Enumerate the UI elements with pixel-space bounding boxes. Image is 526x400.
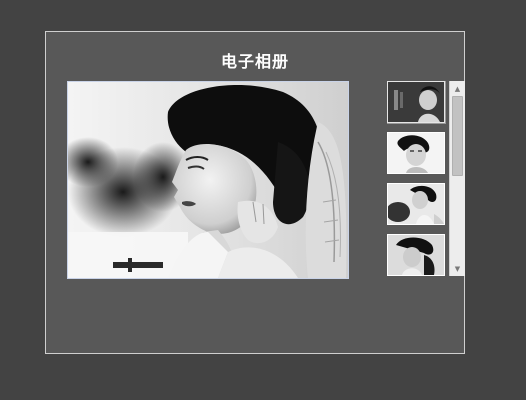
album-title: 电子相册 bbox=[220, 52, 289, 71]
scroll-up-arrow-icon[interactable]: ▲ bbox=[450, 82, 465, 95]
scrollbar-thumb[interactable] bbox=[452, 96, 463, 176]
photo-album-panel: 电子相册 ▲ ▼ bbox=[45, 31, 465, 354]
portrait-thumbnail-icon bbox=[388, 82, 444, 122]
thumbnail-3[interactable] bbox=[387, 183, 445, 225]
thumbnail-4[interactable] bbox=[387, 234, 445, 276]
thumbnail-list bbox=[387, 81, 447, 277]
thumbnail-scrollbar[interactable]: ▲ ▼ bbox=[449, 81, 465, 276]
portrait-thumbnail-icon bbox=[388, 184, 444, 224]
portrait-photo-icon bbox=[68, 82, 348, 278]
scroll-down-arrow-icon[interactable]: ▼ bbox=[450, 262, 465, 275]
thumbnail-1[interactable] bbox=[387, 81, 445, 123]
thumbnail-2[interactable] bbox=[387, 132, 445, 174]
main-photo[interactable] bbox=[67, 81, 349, 279]
portrait-thumbnail-icon bbox=[388, 235, 444, 275]
portrait-thumbnail-icon bbox=[388, 133, 444, 173]
